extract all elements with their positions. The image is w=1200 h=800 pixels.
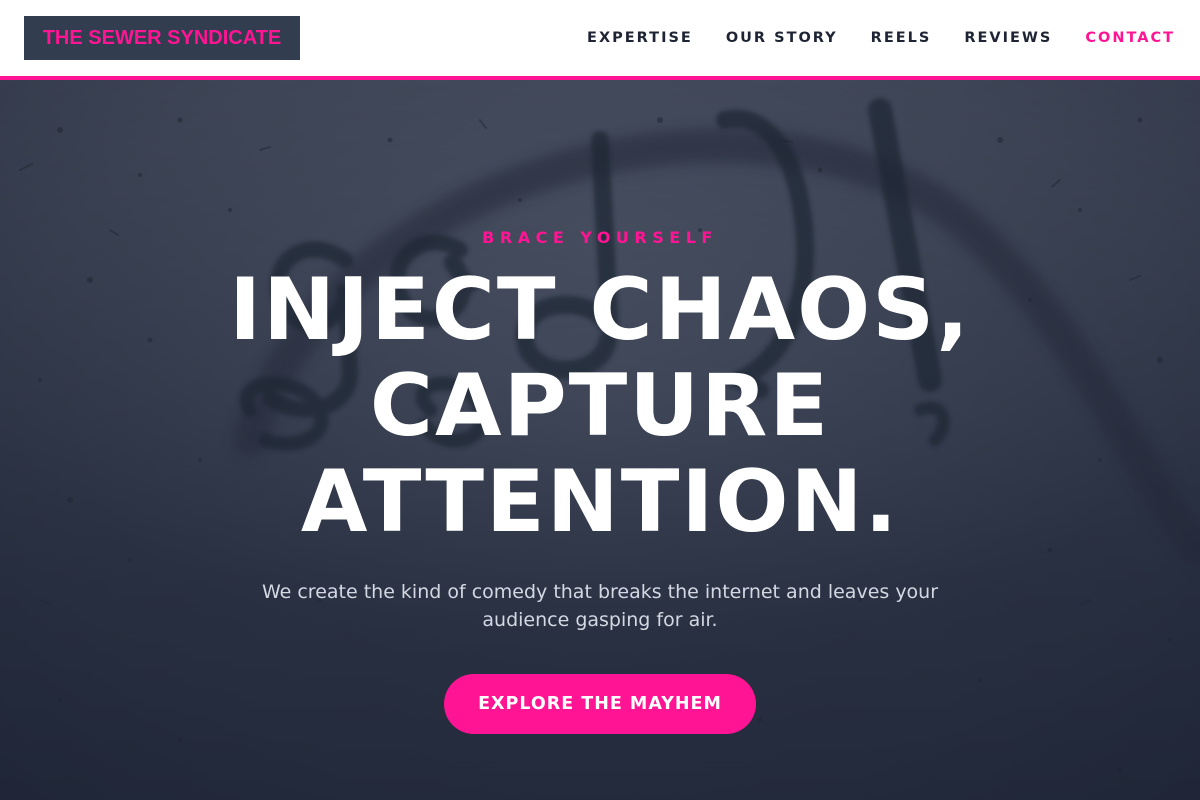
main-nav: EXPERTISE OUR STORY REELS REVIEWS CONTAC… [587, 29, 1175, 47]
hero-eyebrow: BRACE YOURSELF [482, 228, 718, 247]
headline-line-3: ATTENTION. [300, 452, 900, 552]
explore-mayhem-button[interactable]: EXPLORE THE MAYHEM [444, 674, 756, 734]
site-header: THE SEWER SYNDICATE EXPERTISE OUR STORY … [0, 0, 1200, 80]
headline-line-1: INJECT CHAOS, [229, 260, 971, 360]
hero-content: BRACE YOURSELF INJECT CHAOS, CAPTURE ATT… [0, 80, 1200, 800]
nav-link-our-story[interactable]: OUR STORY [726, 30, 838, 46]
nav-link-reels[interactable]: REELS [871, 30, 932, 46]
hero-section: BRACE YOURSELF INJECT CHAOS, CAPTURE ATT… [0, 80, 1200, 800]
headline-line-2: CAPTURE [369, 356, 831, 456]
nav-link-contact[interactable]: CONTACT [1085, 30, 1175, 46]
nav-link-expertise[interactable]: EXPERTISE [587, 30, 693, 46]
hero-subtext: We create the kind of comedy that breaks… [261, 581, 939, 631]
site-logo[interactable]: THE SEWER SYNDICATE [24, 16, 300, 60]
nav-link-reviews[interactable]: REVIEWS [964, 30, 1052, 46]
hero-headline: INJECT CHAOS, CAPTURE ATTENTION. [100, 262, 1100, 550]
